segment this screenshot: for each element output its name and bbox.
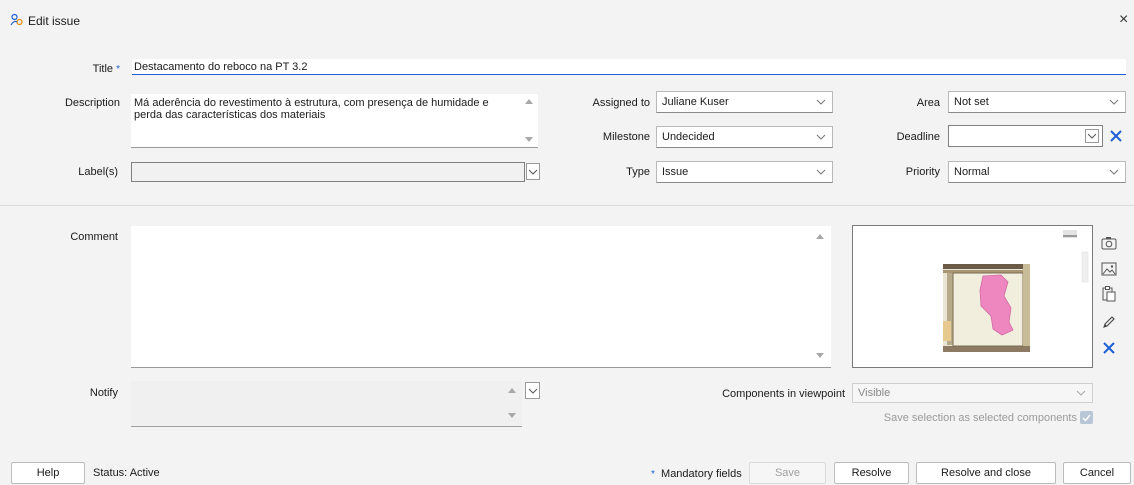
priority-select[interactable]: Normal — [948, 161, 1126, 183]
labels-label: Label(s) — [78, 166, 118, 178]
pencil-icon[interactable] — [1101, 314, 1117, 330]
notify-dropdown-button[interactable] — [525, 382, 540, 399]
title-input[interactable]: Destacamento do reboco na PT 3.2 — [132, 59, 1126, 75]
scroll-down-icon[interactable] — [525, 137, 533, 143]
priority-label: Priority — [905, 166, 940, 178]
viewpoint-image — [943, 230, 1089, 352]
title-bar — [0, 0, 1134, 38]
labels-dropdown-button[interactable] — [526, 163, 540, 180]
required-mark: * — [116, 64, 120, 75]
notify-label: Notify — [89, 387, 118, 399]
viewpoint-thumbnail[interactable] — [852, 225, 1093, 368]
chevron-down-icon — [529, 169, 537, 175]
chevron-down-icon — [1109, 99, 1119, 105]
help-button[interactable]: Help — [11, 462, 85, 484]
chevron-down-icon — [816, 169, 826, 175]
labels-input[interactable] — [131, 162, 525, 182]
scroll-up-icon[interactable] — [525, 98, 533, 104]
description-label: Description — [64, 97, 120, 109]
camera-icon[interactable] — [1101, 235, 1117, 251]
comment-label: Comment — [70, 231, 118, 243]
area-label: Area — [916, 97, 940, 109]
close-button[interactable]: × — [1119, 11, 1128, 29]
description-text: Má aderência do revestimento à estrutura… — [134, 97, 489, 121]
mandatory-fields-note: * Mandatory fields — [651, 468, 742, 480]
people-icon — [10, 13, 23, 26]
milestone-label: Milestone — [602, 131, 650, 143]
deadline-label: Deadline — [896, 131, 940, 143]
area-select[interactable]: Not set — [948, 91, 1126, 113]
chevron-down-icon — [816, 99, 826, 105]
scroll-up-icon[interactable] — [508, 387, 516, 393]
save-selection-label: Save selection as selected components — [883, 412, 1077, 424]
status-text: Status: Active — [93, 467, 160, 479]
comment-textarea[interactable] — [131, 226, 831, 368]
cancel-button[interactable]: Cancel — [1063, 462, 1131, 484]
title-label: Title * — [92, 63, 120, 75]
checkmark-icon — [1082, 414, 1091, 422]
notify-input[interactable] — [131, 381, 522, 427]
assigned-to-select[interactable]: Juliane Kuser — [656, 91, 833, 113]
scroll-down-icon[interactable] — [508, 413, 516, 419]
chevron-down-icon — [816, 134, 826, 140]
chevron-down-icon — [1109, 169, 1119, 175]
chevron-down-icon — [1088, 133, 1096, 139]
delete-x-icon[interactable] — [1101, 340, 1117, 356]
chevron-down-icon — [528, 388, 537, 394]
scroll-up-icon[interactable] — [816, 233, 824, 239]
components-in-viewpoint-select[interactable]: Visible — [852, 383, 1093, 403]
assigned-to-label: Assigned to — [592, 97, 650, 109]
save-button[interactable]: Save — [749, 462, 826, 484]
chevron-down-icon — [1076, 390, 1086, 396]
paste-icon[interactable] — [1101, 286, 1117, 302]
resolve-and-close-button[interactable]: Resolve and close — [916, 462, 1056, 484]
deadline-dropdown-button[interactable] — [1085, 129, 1099, 143]
mandatory-mark: * — [651, 469, 655, 480]
window-title: Edit issue — [28, 14, 81, 28]
type-select[interactable]: Issue — [656, 161, 833, 183]
milestone-select[interactable]: Undecided — [656, 126, 833, 148]
type-label: Type — [626, 166, 650, 178]
components-in-viewpoint-label: Components in viewpoint — [722, 388, 845, 400]
image-icon[interactable] — [1101, 261, 1117, 277]
clear-deadline-icon[interactable] — [1110, 130, 1122, 142]
description-textarea[interactable]: Má aderência do revestimento à estrutura… — [131, 94, 538, 148]
resolve-button[interactable]: Resolve — [834, 462, 909, 484]
section-divider — [0, 205, 1134, 206]
mandatory-text: Mandatory fields — [661, 468, 742, 480]
deadline-input[interactable] — [948, 125, 1103, 147]
scroll-down-icon[interactable] — [816, 353, 824, 359]
save-selection-checkbox[interactable] — [1080, 411, 1093, 424]
